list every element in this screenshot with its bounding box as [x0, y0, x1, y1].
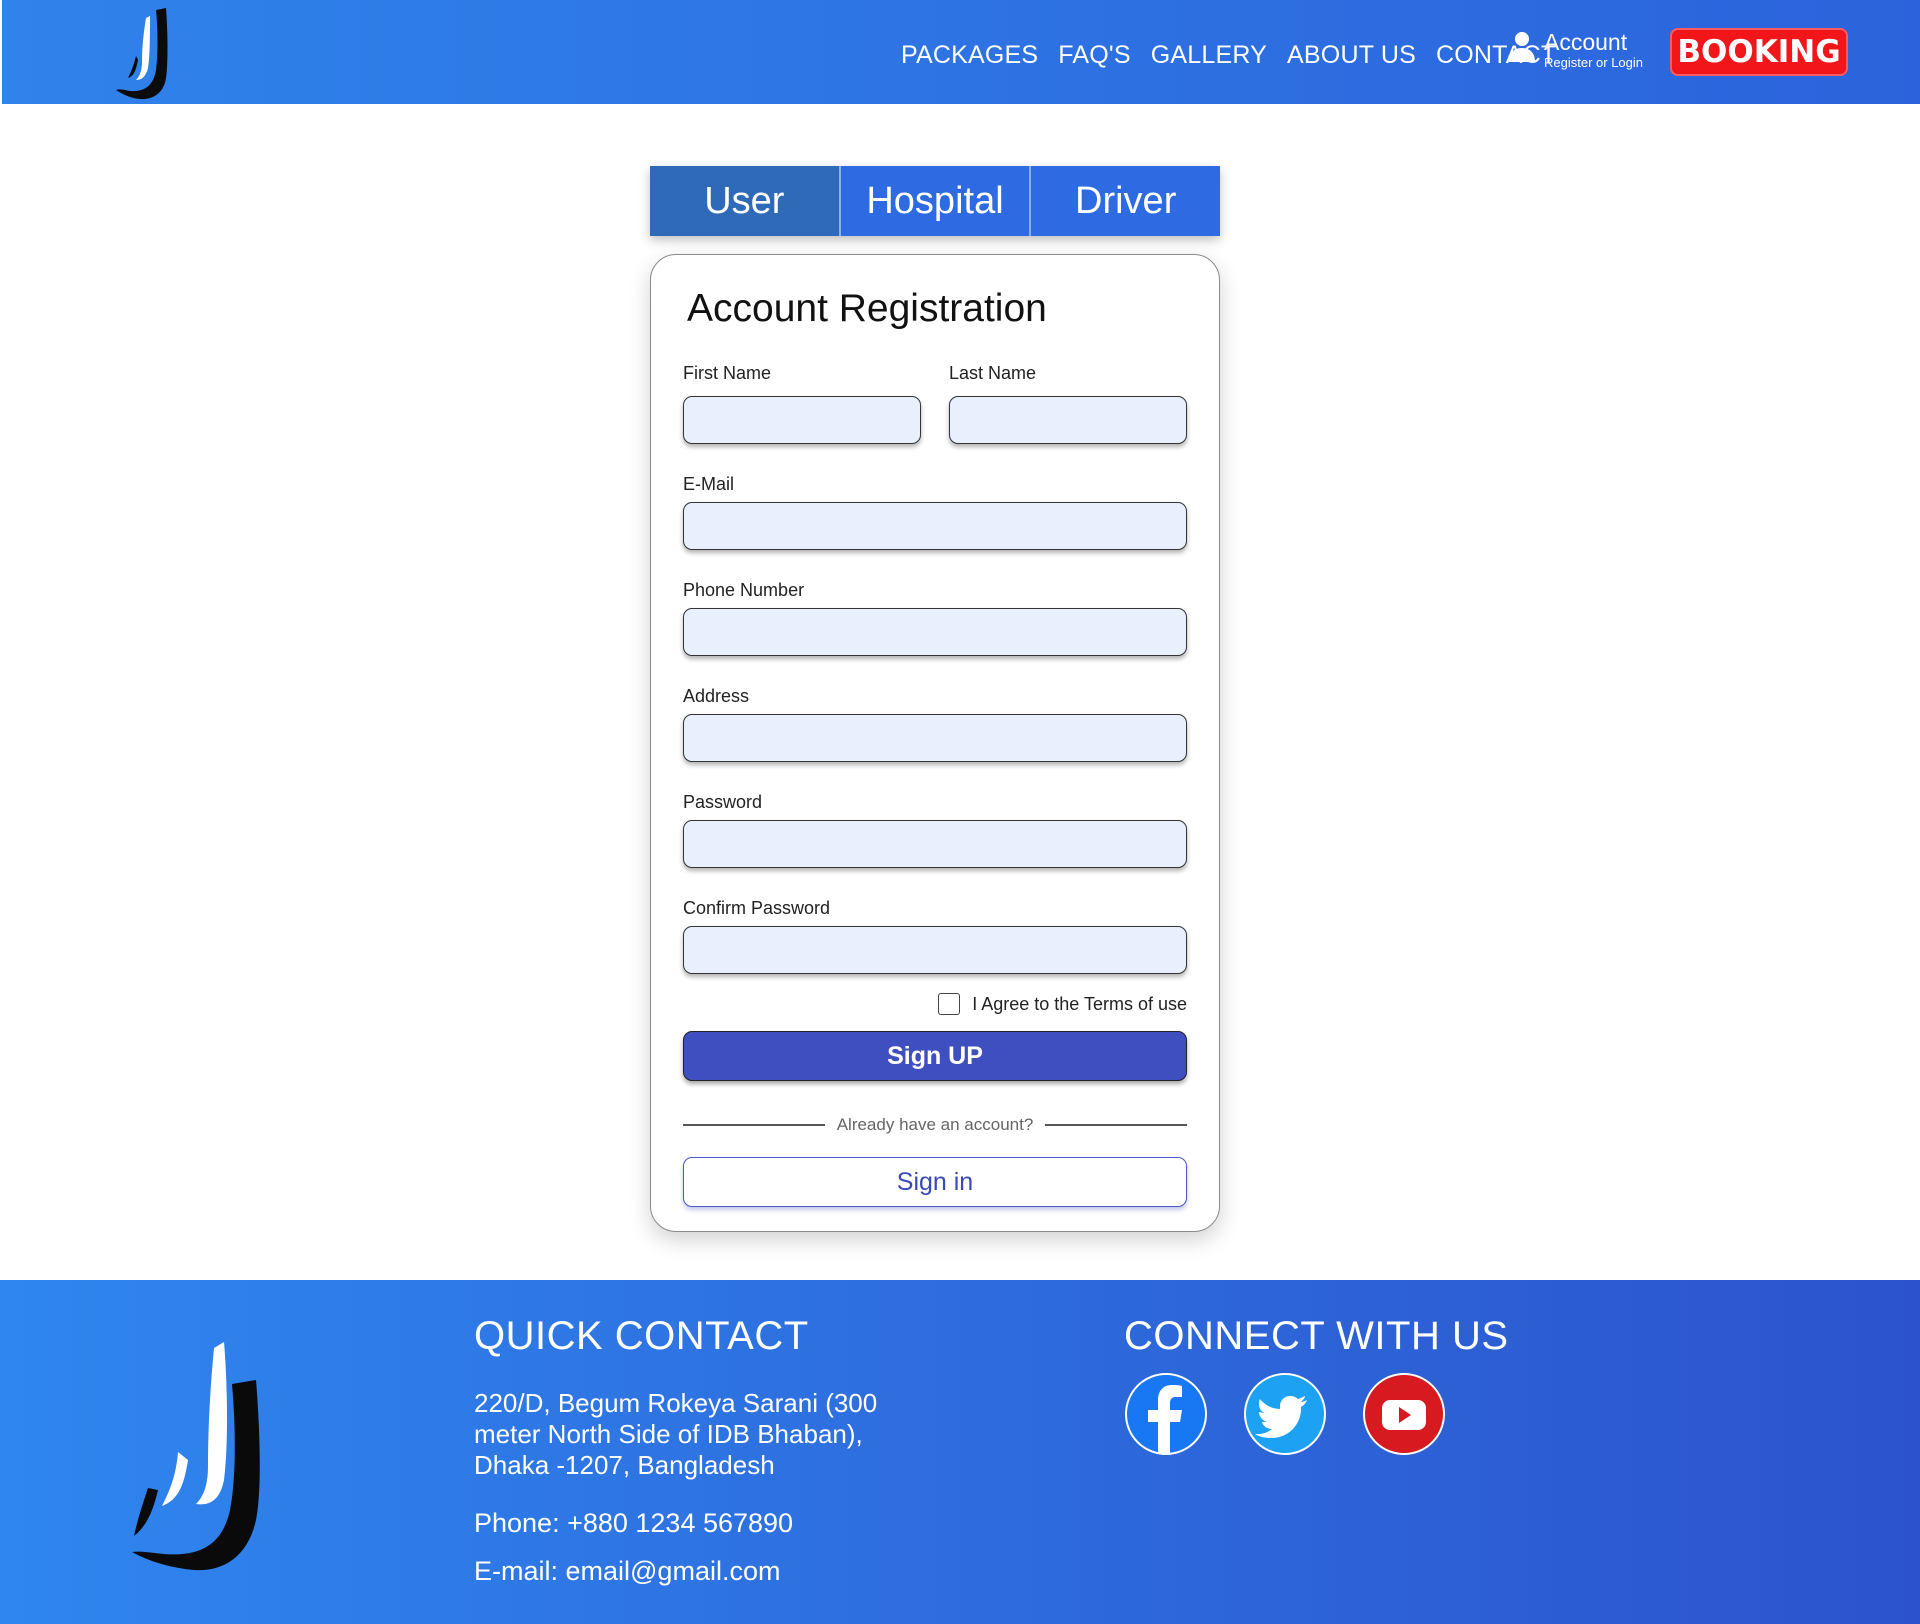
site-footer: QUICK CONTACT 220/D, Begum Rokeya Sarani…: [0, 1280, 1920, 1624]
connect-title: CONNECT WITH US: [1124, 1314, 1509, 1358]
role-tabs: User Hospital Driver: [650, 166, 1221, 236]
account-menu[interactable]: Account Register or Login: [1508, 30, 1643, 72]
signin-divider: Already have an account?: [683, 1115, 1187, 1135]
twitter-icon[interactable]: [1243, 1372, 1327, 1456]
youtube-icon[interactable]: [1362, 1372, 1446, 1456]
confirm-password-label: Confirm Password: [683, 898, 831, 918]
site-header: PACKAGES FAQ'S GALLERY ABOUT US CONTACT …: [2, 0, 1920, 104]
divider-line-right: [1045, 1124, 1187, 1126]
phone-label: Phone Number: [683, 580, 805, 600]
nav-packages[interactable]: PACKAGES: [901, 41, 1038, 70]
sign-in-button[interactable]: Sign in: [683, 1157, 1187, 1207]
address-input[interactable]: [683, 714, 1187, 762]
tab-driver[interactable]: Driver: [1031, 166, 1221, 236]
address-label: Address: [683, 686, 750, 706]
divider-line-left: [683, 1124, 825, 1126]
email-input[interactable]: [683, 502, 1187, 550]
terms-checkbox[interactable]: [938, 993, 961, 1015]
divider-text: Already have an account?: [836, 1115, 1034, 1134]
account-title: Account: [1544, 29, 1628, 55]
nav-gallery[interactable]: GALLERY: [1151, 41, 1267, 70]
nav-faqs[interactable]: FAQ'S: [1058, 41, 1130, 70]
terms-label: I Agree to the Terms of use: [972, 993, 1187, 1014]
brand-logo[interactable]: [114, 6, 184, 100]
account-subtitle: Register or Login: [1544, 55, 1643, 70]
user-icon: [1509, 32, 1535, 62]
footer-logo: [132, 1342, 260, 1571]
contact-email: E-mail: email@gmail.com: [474, 1556, 781, 1586]
email-label: E-Mail: [683, 474, 735, 494]
confirm-password-input[interactable]: [683, 926, 1187, 974]
terms-row: I Agree to the Terms of use: [938, 993, 1187, 1015]
facebook-icon[interactable]: [1124, 1372, 1208, 1456]
main-nav: PACKAGES FAQ'S GALLERY ABOUT US CONTACT: [901, 38, 1576, 72]
tab-hospital[interactable]: Hospital: [840, 166, 1032, 236]
sign-up-button[interactable]: Sign UP: [683, 1031, 1187, 1081]
contact-address: 220/D, Begum Rokeya Sarani (300 meter No…: [474, 1388, 878, 1480]
nav-about-us[interactable]: ABOUT US: [1287, 41, 1416, 70]
password-label: Password: [683, 792, 763, 812]
last-name-label: Last Name: [949, 363, 1037, 383]
last-name-input[interactable]: [949, 396, 1187, 444]
quick-contact-title: QUICK CONTACT: [474, 1314, 809, 1358]
account-text: Account Register or Login: [1544, 30, 1643, 72]
form-title: Account Registration: [687, 287, 1047, 330]
first-name-label: First Name: [683, 363, 772, 383]
first-name-input[interactable]: [683, 396, 921, 444]
password-input[interactable]: [683, 820, 1187, 868]
contact-phone: Phone: +880 1234 567890: [474, 1508, 794, 1538]
tab-user[interactable]: User: [650, 166, 841, 236]
phone-input[interactable]: [683, 608, 1187, 656]
registration-card: Account Registration First Name Last Nam…: [650, 254, 1220, 1232]
booking-button[interactable]: BOOKING: [1670, 28, 1848, 76]
